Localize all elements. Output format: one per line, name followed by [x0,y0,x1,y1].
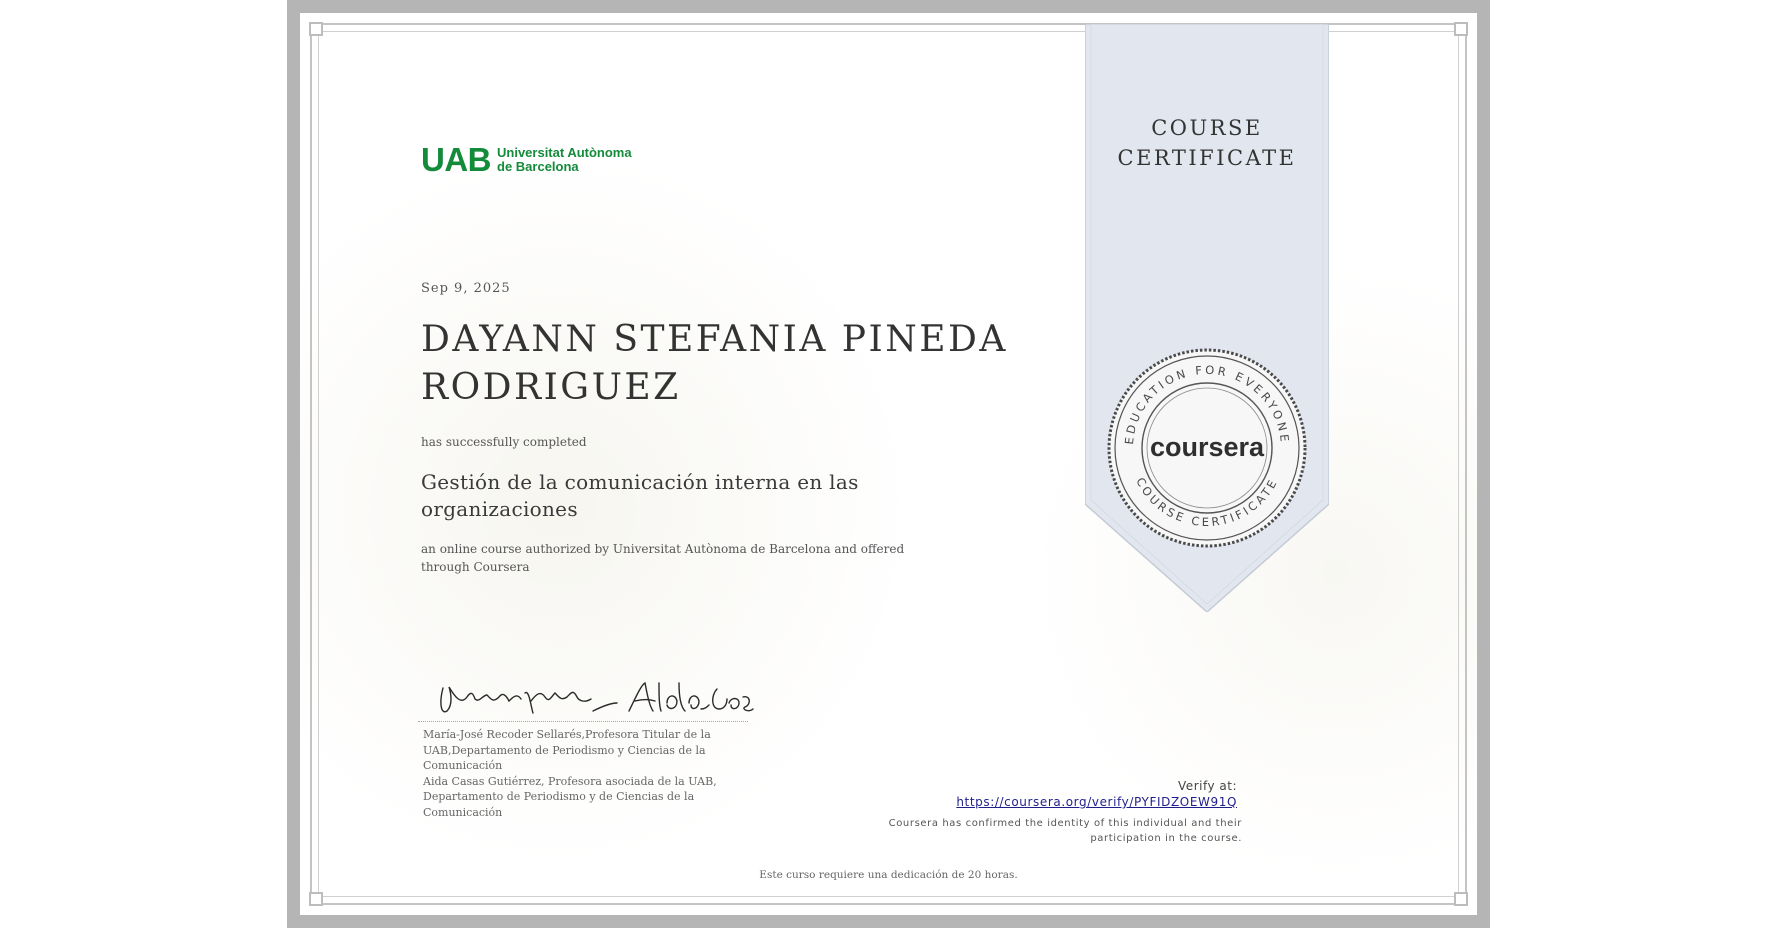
uab-logo-mark: UAB [421,141,492,178]
signer-line-5: Departamento de Periodismo y de Ciencias… [423,790,695,819]
signer-line-2: UAB,Departamento de Periodismo y Ciencia… [423,743,706,757]
coursera-seal: EDUCATION FOR EVERYONE COURSE CERTIFICAT… [1107,348,1307,548]
signer-line-3: Comunicación [423,759,503,772]
recipient-name: DAYANN STEFANIA PINEDA RODRIGUEZ [421,319,1008,408]
authorization-text: an online course authorized by Universit… [421,542,905,574]
seal-coursera-logo: coursera [1150,432,1265,462]
corner-ornament-top-right [1454,22,1468,36]
uab-logo-line2: de Barcelona [497,159,579,174]
certificate-paper: UAB Universitat Autònoma de Barcelona Se… [300,13,1477,915]
uab-logo-text: Universitat Autònoma de Barcelona [497,146,632,174]
certificate-frame: UAB Universitat Autònoma de Barcelona Se… [287,0,1490,928]
verification-note: Coursera has confirmed the identity of t… [842,816,1242,846]
verify-link[interactable]: https://coursera.org/verify/PYFIDZOEW91Q [956,795,1237,809]
uab-logo: UAB Universitat Autònoma de Barcelona [421,141,632,179]
signer-line-1: María-José Recoder Sellarés,Profesora Ti… [423,728,711,741]
verify-label: Verify at: [1178,779,1237,793]
course-hours-note: Este curso requiere una dedicación de 20… [759,869,1018,881]
signer-line-4: Aida Casas Gutiérrez, Profesora asociada… [423,774,717,788]
corner-ornament-bottom-right [1454,892,1468,906]
completion-date: Sep 9, 2025 [421,281,511,296]
certificate-type-label: COURSE CERTIFICATE [1085,113,1329,173]
banner-line-1: COURSE [1151,116,1263,140]
signatures-image [440,681,754,714]
corner-ornament-bottom-left [309,892,323,906]
uab-logo-line1: Universitat Autònoma [497,145,632,160]
verification-note-line-1: Coursera has confirmed the identity of t… [888,818,1242,829]
verification-note-line-2: participation in the course. [1090,833,1242,844]
corner-ornament-top-left [309,22,323,36]
signature-divider [418,721,748,722]
banner-line-2: CERTIFICATE [1117,146,1297,170]
completed-label: has successfully completed [421,435,587,449]
signer-details: María-José Recoder Sellarés,Profesora Ti… [423,727,733,820]
course-title: Gestión de la comunicación interna en la… [421,470,859,521]
